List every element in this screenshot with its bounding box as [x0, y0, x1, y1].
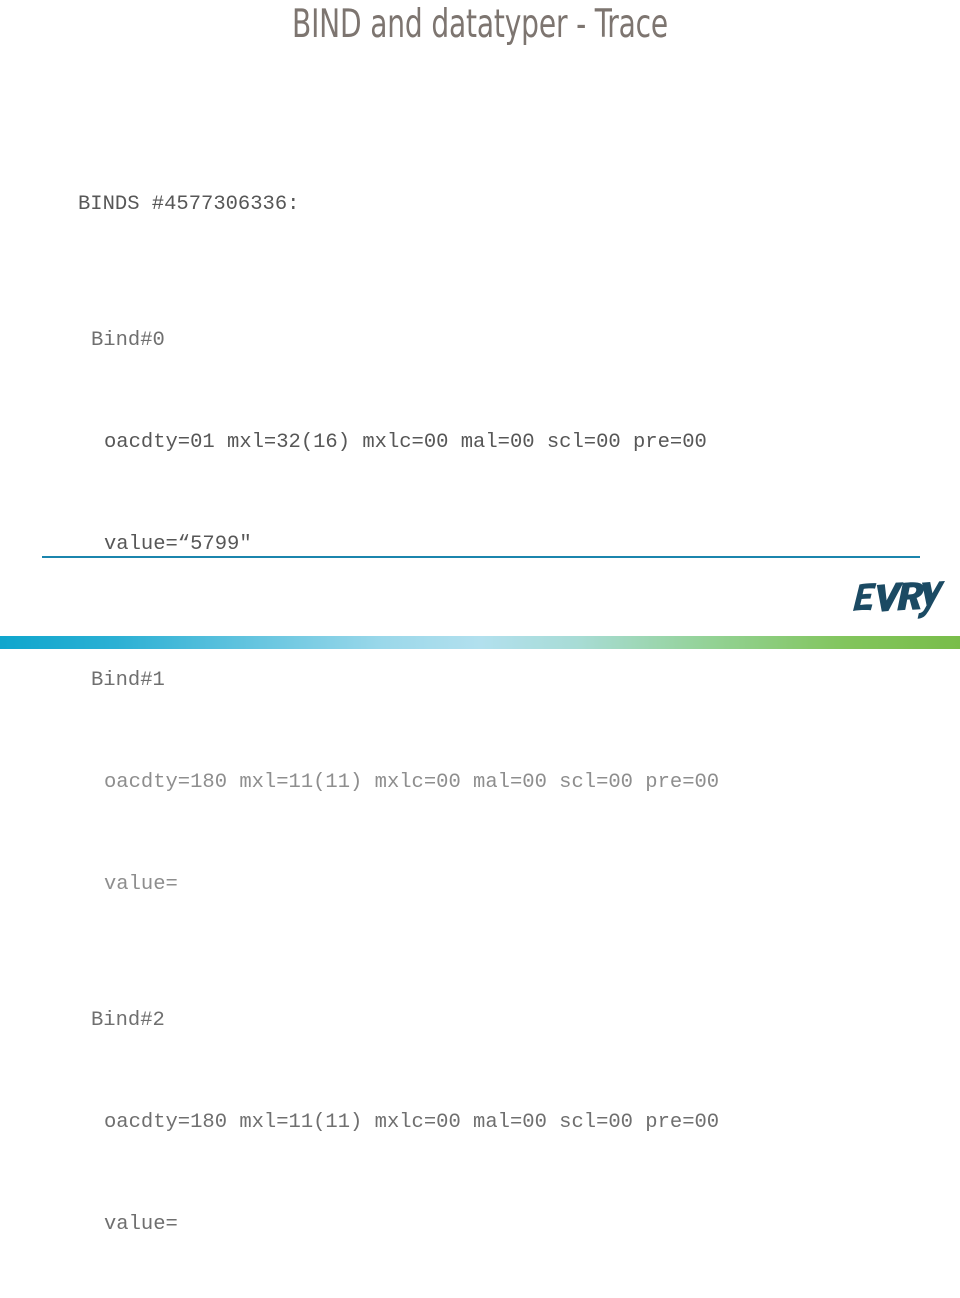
bind-label-2: Bind#2 — [91, 1009, 165, 1032]
bind-value-2: value= — [104, 1213, 178, 1236]
bind-value-1: value= — [104, 873, 178, 896]
slide-canvas: BIND and datatyper - Trace BINDS #457730… — [0, 0, 960, 1236]
bind-params-1: oacdty=180 mxl=11(11) mxlc=00 mal=00 scl… — [104, 771, 720, 794]
bind-params-2: oacdty=180 mxl=11(11) mxlc=00 mal=00 scl… — [104, 1111, 720, 1134]
page-title: BIND and datatyper - Trace — [291, 2, 669, 47]
trace-output: BINDS #4577306336: Bind#0 oacdty=01 mxl=… — [0, 86, 960, 1298]
evry-logo — [845, 580, 945, 620]
brand-gradient-bar — [0, 636, 960, 649]
bind-label-0: Bind#0 — [91, 329, 165, 352]
bind-params-0: oacdty=01 mxl=32(16) mxlc=00 mal=00 scl=… — [104, 431, 707, 454]
footer-divider — [42, 556, 920, 558]
evry-logo-wordmark-icon — [853, 581, 945, 619]
bind-label-1: Bind#1 — [91, 669, 165, 692]
trace-header-line: BINDS #4577306336: — [78, 193, 300, 216]
